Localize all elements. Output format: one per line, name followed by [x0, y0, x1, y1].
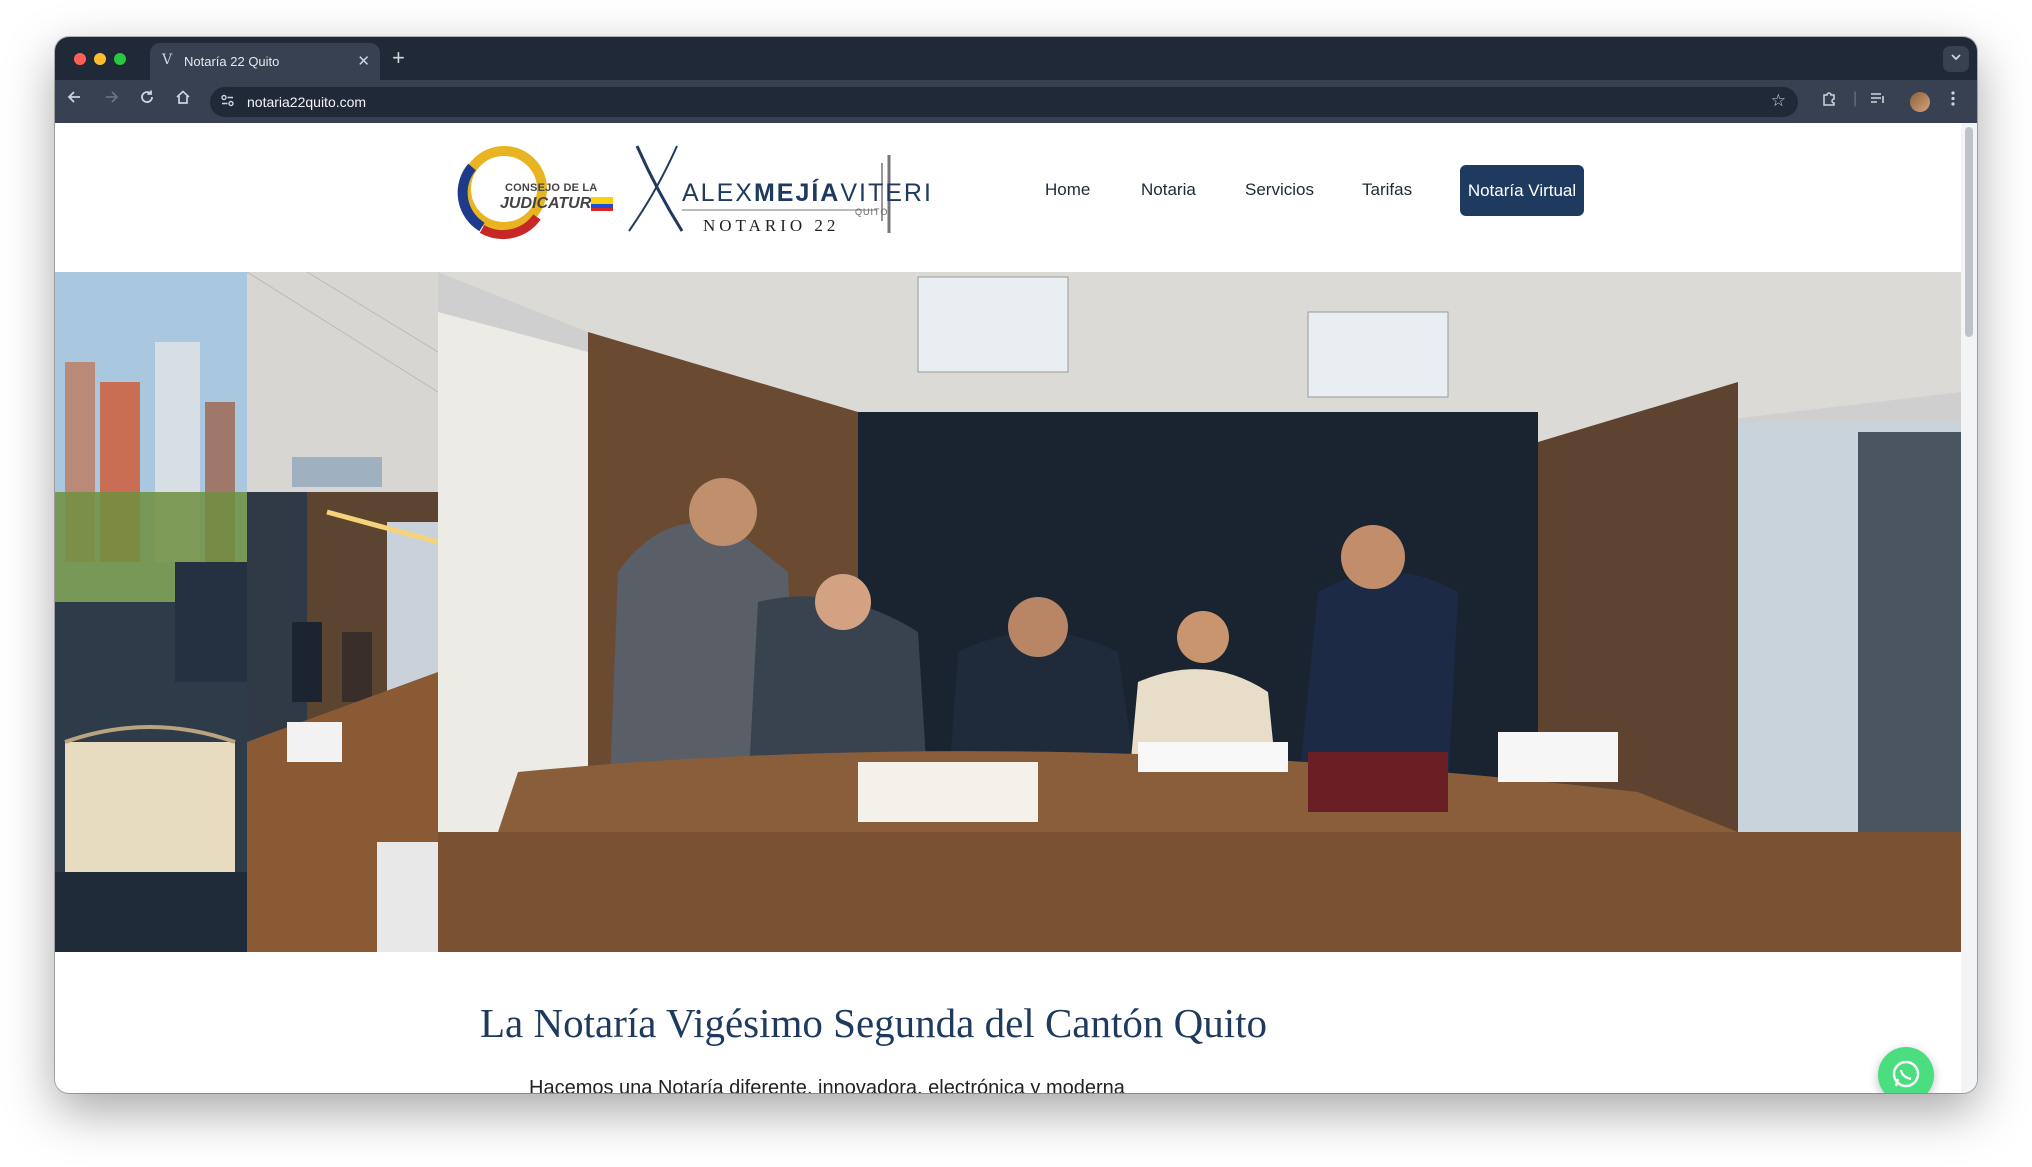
url-text[interactable]: notaria22quito.com — [247, 94, 366, 110]
home-icon[interactable] — [171, 89, 195, 110]
site-settings-icon[interactable] — [220, 93, 235, 111]
tab-favicon-icon: V — [162, 52, 173, 68]
hero-banner — [55, 272, 1961, 952]
maximize-window-button[interactable] — [114, 53, 126, 65]
notary-name: ALEXMEJÍAVITERI — [682, 179, 933, 208]
minimize-window-button[interactable] — [94, 53, 106, 65]
notary-subtitle: NOTARIO 22 — [703, 216, 840, 235]
cj-logo-line1: CONSEJO DE LA — [505, 182, 598, 194]
nav-tarifas[interactable]: Tarifas — [1362, 180, 1412, 200]
nav-servicios[interactable]: Servicios — [1245, 180, 1314, 200]
back-icon[interactable] — [63, 89, 87, 110]
toolbar-divider: | — [1853, 90, 1858, 107]
scrollbar-thumb[interactable] — [1965, 127, 1973, 337]
cj-logo-line2: JUDICATURA — [500, 195, 603, 212]
whatsapp-button[interactable] — [1878, 1047, 1934, 1093]
address-bar[interactable]: notaria22quito.com ☆ — [210, 87, 1798, 117]
forward-icon[interactable] — [99, 89, 123, 110]
whatsapp-icon — [1892, 1060, 1920, 1088]
web-page: CONSEJO DE LA JUDICATURA ALEXMEJÍAVITERI… — [55, 123, 1961, 1093]
close-window-button[interactable] — [74, 53, 86, 65]
page-scrollbar[interactable] — [1961, 123, 1977, 1093]
reading-list-icon[interactable] — [1869, 90, 1886, 112]
city-view-photo — [55, 272, 247, 952]
page-title: La Notaría Vigésimo Segunda del Cantón Q… — [480, 1000, 1268, 1046]
notaria-virtual-button[interactable]: Notaría Virtual — [1460, 165, 1584, 216]
office-meeting-photo — [247, 272, 438, 952]
close-tab-icon[interactable]: ✕ — [357, 52, 370, 70]
star-icon[interactable]: ☆ — [1771, 91, 1786, 111]
tab-search-button[interactable] — [1943, 46, 1969, 72]
notary-last-name: VITERI — [840, 179, 933, 207]
ecuador-flag-icon — [591, 197, 613, 211]
browser-tab[interactable]: V Notaría 22 Quito ✕ — [150, 43, 380, 80]
tab-title: Notaría 22 Quito — [184, 54, 280, 69]
extensions-icon[interactable] — [1821, 90, 1838, 112]
team-meeting-photo — [438, 272, 1961, 952]
browser-window: V Notaría 22 Quito ✕ + notaria22quito.co… — [55, 37, 1977, 1093]
notary-city: QUITO — [855, 207, 889, 217]
profile-avatar[interactable] — [1910, 92, 1930, 112]
page-subtitle: Hacemos una Notaría diferente, innovador… — [529, 1077, 1125, 1093]
notary-first-name: ALEX — [682, 179, 754, 207]
reload-icon[interactable] — [135, 89, 159, 110]
chevron-down-icon — [1951, 54, 1961, 61]
new-tab-button[interactable]: + — [392, 45, 405, 71]
tab-strip: V Notaría 22 Quito ✕ + — [55, 37, 1977, 80]
nav-notaria[interactable]: Notaria — [1141, 180, 1196, 200]
notary-middle-name: MEJÍA — [753, 179, 841, 207]
nav-home[interactable]: Home — [1045, 180, 1090, 200]
menu-icon[interactable] — [1950, 90, 1956, 112]
browser-toolbar: notaria22quito.com ☆ | — [55, 80, 1977, 123]
